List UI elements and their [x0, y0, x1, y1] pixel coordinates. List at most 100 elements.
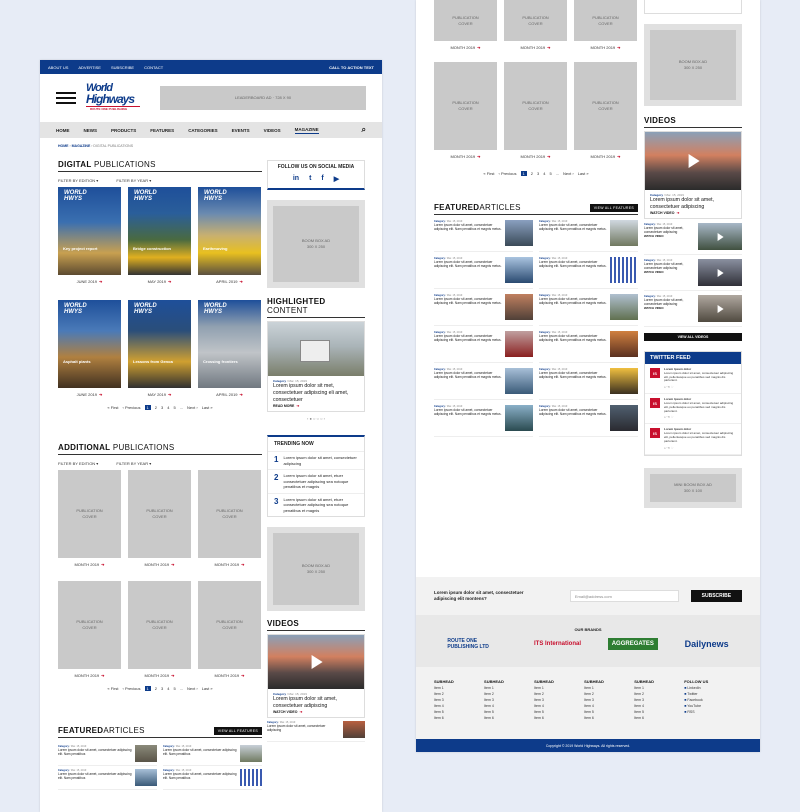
video-thumbnail[interactable]: [268, 635, 364, 689]
article-card[interactable]: Category / Mar. 15, 2019 Lorem ipsum dolo…: [434, 326, 533, 363]
magazine-cover[interactable]: WORLD HWYS Earthmoving APRIL 2019 ➔: [198, 187, 261, 284]
tweet[interactable]: IS Lorem Ipsum dolor Lorem ipsum dolor sit…: [645, 424, 741, 455]
article-card[interactable]: Category / Mar. 15, 2019 Lorem ipsum dolo…: [434, 363, 533, 400]
magazine-cover[interactable]: WORLD HWYS Lessons from Genoa MAY 2019 ➔: [128, 300, 191, 397]
watch-video-link[interactable]: WATCH VIDEO ➔: [650, 211, 736, 215]
page-next[interactable]: Next ›: [563, 171, 574, 176]
subscribe-button[interactable]: SUBSCRIBE: [690, 590, 742, 602]
article-card[interactable]: Category / Mar. 15, 2019 Lorem ipsum dolo…: [539, 215, 638, 252]
page-last[interactable]: Last »: [202, 686, 213, 691]
page-4[interactable]: 4: [543, 171, 545, 176]
linkedin-icon[interactable]: in: [293, 175, 299, 183]
nav-categories[interactable]: CATEGORIES: [188, 128, 217, 133]
page-prev[interactable]: ‹ Previous: [123, 686, 141, 691]
footer-link[interactable]: Item 6: [484, 715, 534, 721]
about-link[interactable]: ABOUT US: [48, 65, 68, 70]
filter-edition-dropdown[interactable]: FILTER BY EDITION ▾: [58, 461, 98, 466]
publication-cover[interactable]: PUBLICATION COVER MONTH 2019 ➔: [434, 0, 497, 50]
play-icon[interactable]: [311, 655, 323, 669]
page-3[interactable]: 3: [537, 171, 539, 176]
read-more-link[interactable]: READ MORE ➔: [273, 404, 359, 408]
article-card[interactable]: Category / Mar. 15, 2019 Lorem ipsum dolo…: [539, 326, 638, 363]
video-list-item[interactable]: Category / Mar. 15, 2019 Lorem ipsum dolo…: [644, 255, 742, 291]
filter-year-dropdown[interactable]: FILTER BY YEAR ▾: [116, 461, 151, 466]
boom-box-ad[interactable]: BOOM BOX AD 300 X 250: [267, 200, 365, 288]
leaderboard-ad[interactable]: LEADERBOARD AD · 728 X 90: [160, 86, 366, 110]
footer-link[interactable]: Item 6: [634, 715, 684, 721]
article-card[interactable]: Category / Mar. 15, 2019 Lorem ipsum dolo…: [58, 766, 157, 790]
nav-videos[interactable]: VIDEOS: [264, 128, 281, 133]
rss-icon[interactable]: ■ RSS: [684, 709, 742, 715]
article-card[interactable]: Category / Mar. 15, 2019 Lorem ipsum dolo…: [539, 363, 638, 400]
article-card[interactable]: Category / Mar. 15, 2019 Lorem ipsum dolo…: [539, 400, 638, 437]
page-4[interactable]: 4: [167, 686, 169, 691]
menu-icon[interactable]: [56, 92, 76, 104]
trending-item[interactable]: 3 Lorem ipsum dolor sit amet, etuer conse…: [268, 492, 364, 517]
twitter-icon[interactable]: t: [309, 175, 311, 183]
article-card[interactable]: Category / Mar. 15, 2019 Lorem ipsum dolo…: [163, 742, 262, 766]
brand-aggregates[interactable]: AGGREGATES: [607, 638, 658, 650]
footer-link[interactable]: Item 6: [434, 715, 484, 721]
page-1[interactable]: 1: [144, 686, 151, 691]
magazine-cover[interactable]: WORLD HWYS Asphalt plants JUNE 2019 ➔: [58, 300, 121, 397]
facebook-icon[interactable]: f: [321, 175, 323, 183]
publication-cover[interactable]: PUBLICATION COVER MONTH 2019 ➔: [504, 62, 567, 159]
article-card[interactable]: Category / Mar. 15, 2019 Lorem ipsum dolo…: [434, 400, 533, 437]
carousel-dots[interactable]: ‹ ● ○ ○ ○ ›: [267, 416, 365, 421]
publication-cover[interactable]: PUBLICATION COVER MONTH 2019 ➔: [198, 470, 261, 567]
video-card[interactable]: Category / Mar. 15, 2019 Lorem ipsum dol…: [644, 131, 742, 219]
email-field[interactable]: Email@address.com: [569, 590, 679, 602]
page-5[interactable]: 5: [549, 171, 551, 176]
article-card[interactable]: Category / Mar. 15, 2019 Lorem ipsum dolo…: [163, 766, 262, 790]
trending-item[interactable]: 2 Lorem ipsum dolor sit amet, etuer conse…: [268, 469, 364, 493]
page-3[interactable]: 3: [161, 686, 163, 691]
tweet-actions[interactable]: ↩ ⟲ ♡: [664, 385, 736, 389]
nav-products[interactable]: PRODUCTS: [111, 128, 136, 133]
page-first[interactable]: « First: [107, 405, 118, 410]
publication-cover[interactable]: PUBLICATION COVER MONTH 2019 ➔: [504, 0, 567, 50]
publication-cover[interactable]: PUBLICATION COVER MONTH 2019 ➔: [574, 0, 637, 50]
play-icon[interactable]: [717, 268, 724, 277]
page-first[interactable]: « First: [107, 686, 118, 691]
video-card[interactable]: Category / Mar. 15, 2019 Lorem ipsum dol…: [267, 634, 365, 718]
view-all-features-button[interactable]: VIEW ALL FEATURES: [213, 726, 262, 735]
article-card[interactable]: Category / Mar. 15, 2019 Lorem ipsum dolo…: [58, 742, 157, 766]
video-list-item[interactable]: Category / Mar. 15, 2019 Lorem ipsum dolo…: [267, 718, 365, 742]
publication-cover[interactable]: PUBLICATION COVER MONTH 2019 ➔: [58, 470, 121, 567]
cta-link[interactable]: CALL TO ACTION TEXT: [329, 65, 374, 70]
page-last[interactable]: Last »: [578, 171, 589, 176]
page-next[interactable]: Next ›: [187, 405, 198, 410]
footer-link[interactable]: Item 6: [584, 715, 634, 721]
crumb-home[interactable]: HOME: [58, 144, 69, 148]
view-all-videos-button[interactable]: VIEW ALL VIDEOS: [644, 333, 742, 341]
publication-cover[interactable]: PUBLICATION COVER MONTH 2019 ➔: [198, 581, 261, 678]
page-5[interactable]: 5: [173, 686, 175, 691]
page-3[interactable]: 3: [161, 405, 163, 410]
filter-year-dropdown[interactable]: FILTER BY YEAR ▾: [116, 178, 151, 183]
crumb-magazine[interactable]: MAGAZINE: [72, 144, 91, 148]
contact-link[interactable]: CONTACT: [144, 65, 163, 70]
nav-news[interactable]: NEWS: [84, 128, 98, 133]
page-1[interactable]: 1: [520, 171, 527, 176]
article-card[interactable]: Category / Mar. 15, 2019 Lorem ipsum dolo…: [434, 215, 533, 252]
youtube-icon[interactable]: ▶: [334, 175, 339, 183]
article-card[interactable]: Category / Mar. 15, 2019 Lorem ipsum dolo…: [539, 289, 638, 326]
trending-item[interactable]: 1 Lorem ipsum dolor sit amet, consectetue…: [268, 451, 364, 469]
subscribe-link[interactable]: SUBSCRIBE: [111, 65, 134, 70]
publication-cover[interactable]: PUBLICATION COVER MONTH 2019 ➔: [574, 62, 637, 159]
video-list-item[interactable]: Category / Mar. 15, 2019 Lorem ipsum dolo…: [644, 291, 742, 327]
nav-events[interactable]: EVENTS: [232, 128, 250, 133]
brand-route-one[interactable]: ROUTE ONE PUBLISHING LTD: [447, 638, 507, 650]
page-prev[interactable]: ‹ Previous: [123, 405, 141, 410]
article-card[interactable]: Category / Mar. 15, 2019 Lorem ipsum dolo…: [434, 289, 533, 326]
nav-magazine[interactable]: MAGAZINE: [294, 127, 319, 134]
mini-boom-box-ad[interactable]: MINI BOOM BOX AD 300 X 100: [644, 467, 742, 508]
page-first[interactable]: « First: [483, 171, 494, 176]
magazine-cover[interactable]: WORLD HWYS Key project report JUNE 2019 ➔: [58, 187, 121, 284]
highlighted-card[interactable]: Category / Mar. 15, 2019 Lorem ipsum dol…: [267, 321, 365, 412]
publication-cover[interactable]: PUBLICATION COVER MONTH 2019 ➔: [128, 581, 191, 678]
tweet[interactable]: IS Lorem Ipsum dolor Lorem ipsum dolor sit…: [645, 394, 741, 425]
view-all-features-button[interactable]: VIEW ALL FEATURES: [589, 203, 638, 212]
brand-dailynews[interactable]: Dailynews: [685, 639, 729, 649]
publication-cover[interactable]: PUBLICATION COVER MONTH 2019 ➔: [58, 581, 121, 678]
